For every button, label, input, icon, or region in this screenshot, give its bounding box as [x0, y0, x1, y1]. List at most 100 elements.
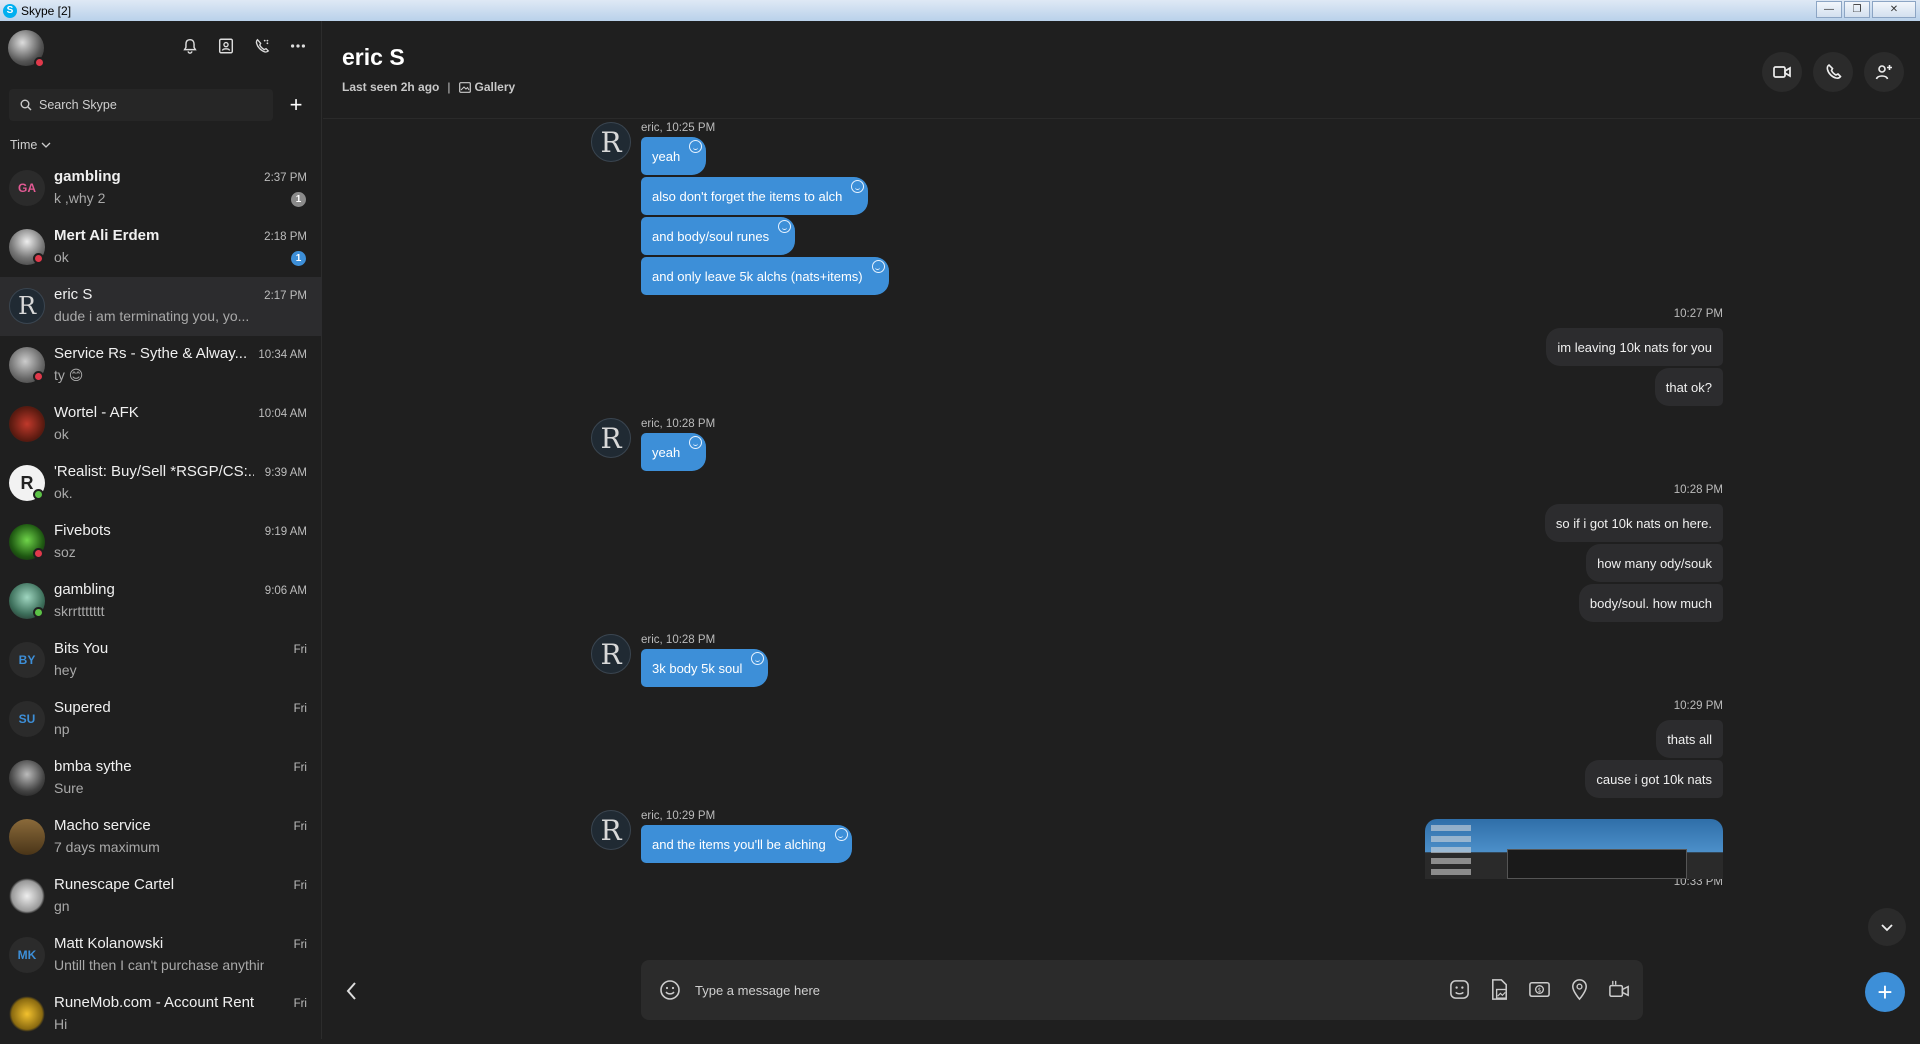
- message-input[interactable]: [695, 982, 1295, 998]
- message-bubble-incoming[interactable]: 3k body 5k soul: [641, 649, 769, 687]
- unread-badge: 1: [291, 251, 306, 266]
- add-content-button[interactable]: +: [1865, 972, 1905, 1012]
- chat-preview: dude i am terminating you, yo...: [54, 308, 250, 324]
- chat-name: Fivebots: [54, 522, 111, 539]
- status-online-icon: [33, 489, 44, 500]
- avatar: [9, 760, 45, 796]
- chat-time: Fri: [293, 939, 307, 951]
- avatar: [9, 878, 45, 914]
- notifications-bell-icon[interactable]: [181, 37, 199, 55]
- chat-item-matt-kolanowski[interactable]: MK Matt Kolanowski Untill then I can't p…: [0, 926, 322, 985]
- message-bubble-outgoing[interactable]: im leaving 10k nats for you: [1546, 328, 1723, 366]
- location-pin-icon[interactable]: [1568, 978, 1591, 1001]
- sender-avatar-rune-logo-icon[interactable]: R: [591, 122, 631, 162]
- react-smiley-icon[interactable]: [751, 652, 765, 665]
- message-text: and only leave 5k alchs (nats+items): [652, 268, 863, 284]
- message-time: 10:28 PM: [1673, 484, 1723, 496]
- chat-item-service-rs[interactable]: Service Rs - Sythe & Alway... ty 😊 10:34…: [0, 336, 322, 395]
- shared-screenshot-image[interactable]: [1425, 819, 1723, 879]
- react-smiley-icon[interactable]: [871, 260, 885, 273]
- dialpad-call-icon[interactable]: [253, 37, 271, 55]
- contacts-icon[interactable]: [217, 37, 235, 55]
- chat-item-runemob[interactable]: RuneMob.com - Account Rentals... Hi Fri: [0, 985, 322, 1044]
- gallery-link[interactable]: Gallery: [458, 80, 515, 94]
- emoji-smiley-icon[interactable]: [659, 979, 681, 1001]
- chat-item-bmba-sythe[interactable]: bmba sythe Sure Fri: [0, 749, 322, 808]
- send-money-icon[interactable]: $: [1528, 978, 1551, 1001]
- avatar-initials: SU: [9, 701, 45, 737]
- search-icon: [20, 99, 32, 111]
- minimize-button[interactable]: —: [1816, 1, 1842, 18]
- message-text: how many ody/souk: [1597, 555, 1712, 571]
- chat-name: 'Realist: Buy/Sell *RSGP/CS:...: [54, 463, 254, 480]
- react-smiley-icon[interactable]: [689, 436, 703, 449]
- message-bubble-incoming[interactable]: and body/soul runes: [641, 217, 796, 255]
- chat-name: Runescape Cartel: [54, 876, 175, 893]
- chat-time: Fri: [293, 880, 307, 892]
- new-chat-button[interactable]: +: [281, 90, 311, 120]
- message-bubble-outgoing[interactable]: that ok?: [1654, 368, 1723, 406]
- sort-dropdown[interactable]: Time: [10, 138, 51, 152]
- message-bubble-outgoing[interactable]: how many ody/souk: [1586, 544, 1723, 582]
- sender-avatar-rune-logo-icon[interactable]: R: [591, 634, 631, 674]
- sticker-icon[interactable]: [1448, 978, 1471, 1001]
- chat-item-bits-you[interactable]: BY Bits You hey Fri: [0, 631, 322, 690]
- more-options-icon[interactable]: [289, 37, 307, 55]
- add-people-button[interactable]: [1864, 52, 1904, 92]
- search-input[interactable]: Search Skype: [9, 89, 273, 121]
- message-bubble-incoming[interactable]: and the items you'll be alching: [641, 825, 852, 863]
- chat-item-fivebots[interactable]: Fivebots soz 9:19 AM: [0, 513, 322, 572]
- scroll-to-bottom-button[interactable]: [1868, 908, 1906, 946]
- restore-button[interactable]: ❐: [1844, 1, 1870, 18]
- message-bubble-outgoing[interactable]: so if i got 10k nats on here.: [1544, 504, 1723, 542]
- chat-name: Bits You: [54, 640, 109, 657]
- chat-name: eric S: [54, 286, 93, 303]
- last-seen-status: Last seen 2h ago: [342, 80, 440, 94]
- message-bubble-incoming[interactable]: and only leave 5k alchs (nats+items): [641, 257, 889, 295]
- chat-item-gambling-2[interactable]: gambling skrrttttttt 9:06 AM: [0, 572, 322, 631]
- svg-text:$: $: [1538, 988, 1542, 994]
- chat-preview: ok: [54, 249, 69, 265]
- react-smiley-icon[interactable]: [834, 828, 848, 841]
- message-bubble-outgoing[interactable]: thats all: [1656, 720, 1723, 758]
- chat-time: 9:39 AM: [264, 467, 307, 479]
- chat-item-macho-service[interactable]: Macho service 7 days maximum Fri: [0, 808, 322, 867]
- close-window-button[interactable]: ✕: [1872, 1, 1916, 18]
- avatar-initials: BY: [9, 642, 45, 678]
- chat-preview: 7 days maximum: [54, 839, 160, 855]
- chat-item-gambling[interactable]: GA gambling k ,why 2 2:37 PM 1: [0, 159, 322, 218]
- message-meta: eric, 10:28 PM: [641, 634, 716, 646]
- chat-preview: ok.: [54, 485, 73, 501]
- message-text: body/soul. how much: [1589, 595, 1712, 611]
- conversation-title[interactable]: eric S: [342, 44, 405, 71]
- back-arrow-icon[interactable]: [343, 980, 361, 1002]
- react-smiley-icon[interactable]: [851, 180, 865, 193]
- chat-name: bmba sythe: [54, 758, 132, 775]
- chat-item-wortel-afk[interactable]: Wortel - AFK ok 10:04 AM: [0, 395, 322, 454]
- send-file-icon[interactable]: [1488, 978, 1511, 1001]
- react-smiley-icon[interactable]: [778, 220, 792, 233]
- chat-item-realist[interactable]: R 'Realist: Buy/Sell *RSGP/CS:... ok. 9:…: [0, 454, 322, 513]
- chat-item-eric-s[interactable]: R eric S dude i am terminating you, yo..…: [0, 277, 322, 336]
- chat-item-supered[interactable]: SU Supered np Fri: [0, 690, 322, 749]
- video-message-icon[interactable]: [1608, 978, 1631, 1001]
- video-call-button[interactable]: [1762, 52, 1802, 92]
- message-text: yeah: [652, 148, 681, 164]
- audio-call-button[interactable]: [1813, 52, 1853, 92]
- sender-avatar-rune-logo-icon[interactable]: R: [591, 810, 631, 850]
- message-bubble-incoming[interactable]: yeah: [641, 433, 707, 471]
- status-busy-icon: [33, 548, 44, 559]
- message-bubble-incoming[interactable]: also don't forget the items to alch: [641, 177, 869, 215]
- sender-avatar-rune-logo-icon[interactable]: R: [591, 418, 631, 458]
- chat-item-runescape-cartel[interactable]: Runescape Cartel gn Fri: [0, 867, 322, 926]
- chat-time: 9:06 AM: [264, 585, 307, 597]
- chat-item-mert-ali-erdem[interactable]: Mert Ali Erdem ok 2:18 PM 1: [0, 218, 322, 277]
- chat-preview: np: [54, 721, 70, 737]
- header-separator: |: [447, 80, 451, 94]
- avatar: [9, 406, 45, 442]
- message-bubble-outgoing[interactable]: body/soul. how much: [1578, 584, 1723, 622]
- message-bubble-outgoing[interactable]: cause i got 10k nats: [1585, 760, 1723, 798]
- chat-preview: ok: [54, 426, 69, 442]
- react-smiley-icon[interactable]: [689, 140, 703, 153]
- message-bubble-incoming[interactable]: yeah: [641, 137, 707, 175]
